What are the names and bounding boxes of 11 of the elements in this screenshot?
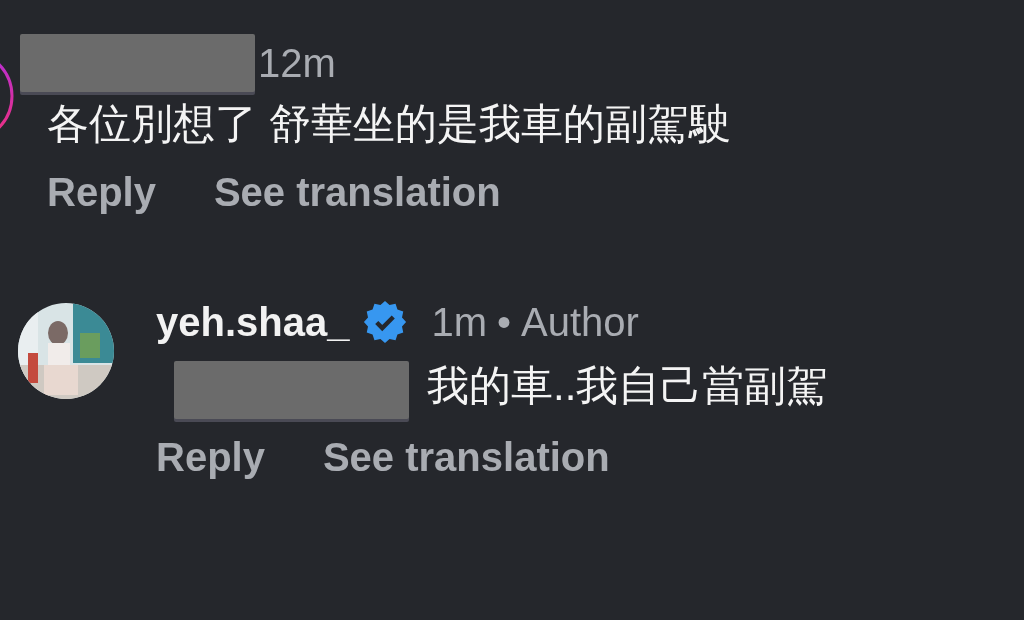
comment-text: 各位別想了 舒華坐的是我車的副駕駛 [47,99,731,149]
translation-link[interactable]: See translation [322,435,610,480]
reply-link[interactable]: Reply [156,435,265,480]
translation-link[interactable]: See translation [213,170,501,215]
comment-text: 我的車..我自己當副駕 [427,361,829,411]
reply-link[interactable]: Reply [47,170,156,215]
author-label: Author [521,299,639,345]
comment-time: 12m [258,40,336,86]
comment-time: 1m [431,299,488,345]
username[interactable]: yeh.shaa_ [156,299,350,345]
separator-dot: • [497,299,512,345]
